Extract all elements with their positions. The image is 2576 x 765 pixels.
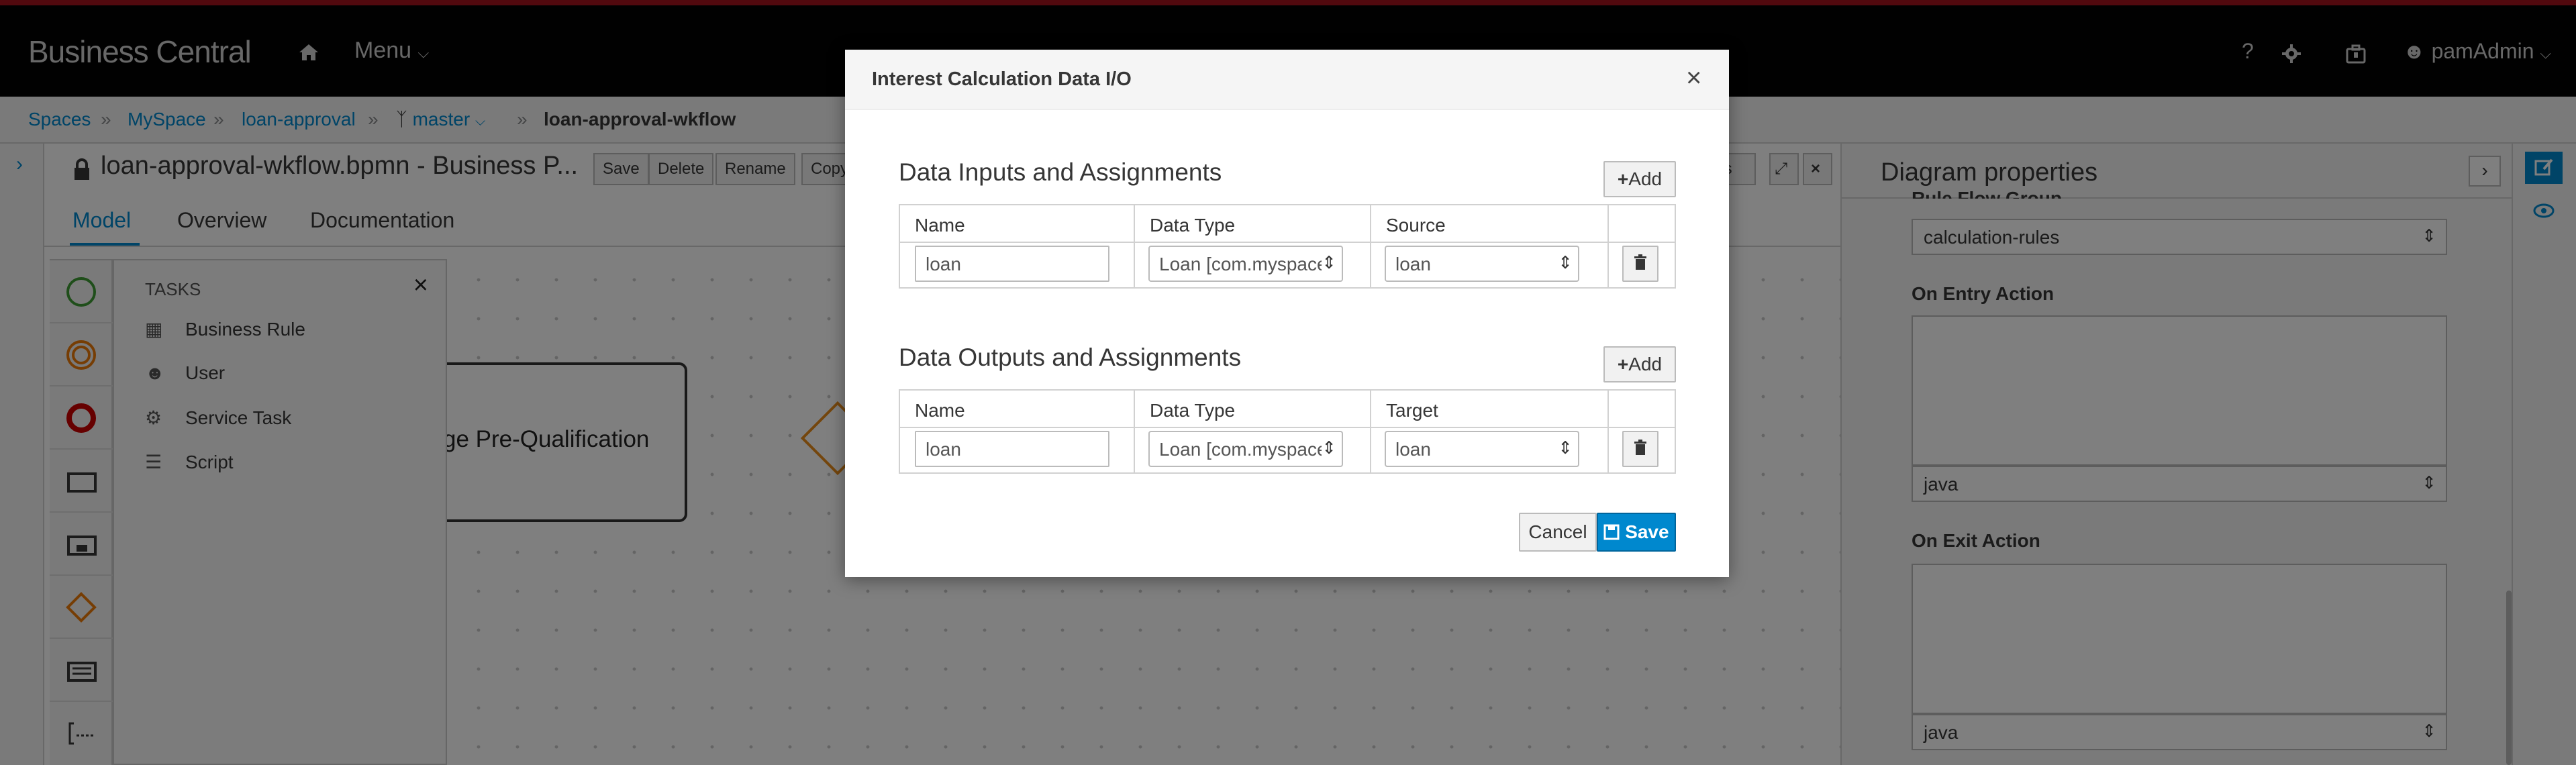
data-io-dialog: Interest Calculation Data I/O × Data Inp…: [845, 50, 1729, 577]
column-header-name: Name: [915, 400, 965, 421]
delete-input-button[interactable]: [1622, 246, 1658, 282]
output-data-type-select[interactable]: Loan [com.myspace ⇕: [1148, 431, 1343, 467]
column-header-data-type: Data Type: [1150, 215, 1236, 236]
table-header: Name Data Type Source: [900, 205, 1675, 243]
data-inputs-title: Data Inputs and Assignments: [899, 158, 1222, 186]
column-divider: [1370, 205, 1371, 287]
column-divider: [1370, 391, 1371, 472]
dialog-title: Interest Calculation Data I/O: [872, 68, 1132, 90]
column-divider: [1134, 391, 1135, 472]
select-arrows-icon: ⇕: [1322, 438, 1336, 458]
column-divider: [1134, 205, 1135, 287]
data-outputs-table: Name Data Type Target loan Loan [com.mys…: [899, 389, 1676, 474]
add-label: Add: [1628, 354, 1663, 374]
input-source-select[interactable]: loan ⇕: [1385, 246, 1579, 282]
add-label: Add: [1628, 168, 1663, 189]
data-inputs-table: Name Data Type Source loan Loan [com.mys…: [899, 204, 1676, 289]
add-input-button[interactable]: +Add: [1603, 161, 1676, 197]
data-outputs-title: Data Outputs and Assignments: [899, 344, 1242, 371]
column-divider: [1607, 391, 1609, 472]
plus-icon: +: [1617, 168, 1629, 189]
select-value: Loan [com.myspace: [1159, 254, 1328, 274]
plus-icon: +: [1617, 354, 1629, 374]
trash-icon: [1634, 254, 1646, 270]
input-name-field[interactable]: loan: [915, 246, 1109, 282]
close-icon[interactable]: ×: [1686, 63, 1701, 93]
column-header-data-type: Data Type: [1150, 400, 1236, 421]
floppy-disk-icon: [1603, 524, 1620, 540]
dialog-header: Interest Calculation Data I/O ×: [845, 50, 1729, 110]
add-output-button[interactable]: +Add: [1603, 346, 1676, 382]
column-divider: [1607, 205, 1609, 287]
delete-output-button[interactable]: [1622, 431, 1658, 467]
select-value: loan: [1395, 254, 1431, 274]
table-header: Name Data Type Target: [900, 391, 1675, 428]
column-header-target: Target: [1386, 400, 1438, 421]
select-value: loan: [1395, 439, 1431, 460]
column-header-source: Source: [1386, 215, 1446, 236]
select-value: Loan [com.myspace: [1159, 439, 1328, 460]
column-header-name: Name: [915, 215, 965, 236]
select-arrows-icon: ⇕: [1558, 438, 1573, 458]
cancel-button[interactable]: Cancel: [1519, 513, 1597, 552]
input-data-type-select[interactable]: Loan [com.myspace ⇕: [1148, 246, 1343, 282]
save-label: Save: [1625, 521, 1669, 542]
select-arrows-icon: ⇕: [1558, 252, 1573, 273]
save-button[interactable]: Save: [1597, 513, 1676, 552]
output-name-field[interactable]: loan: [915, 431, 1109, 467]
select-arrows-icon: ⇕: [1322, 252, 1336, 273]
trash-icon: [1634, 440, 1646, 455]
output-target-select[interactable]: loan ⇕: [1385, 431, 1579, 467]
